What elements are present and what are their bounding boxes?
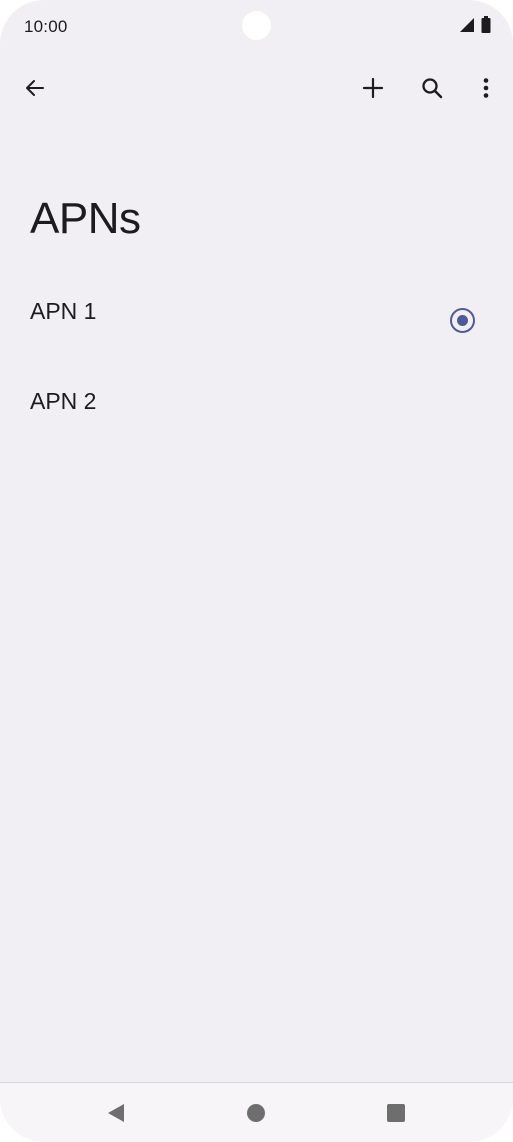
search-button[interactable] — [410, 66, 454, 110]
status-bar: 10:00 — [0, 0, 513, 54]
radio-selected-dot — [456, 314, 468, 326]
back-arrow-icon — [26, 80, 44, 96]
status-icons — [459, 16, 491, 38]
camera-cutout — [242, 11, 271, 40]
more-options-button[interactable] — [464, 66, 508, 110]
page-title: APNs — [30, 194, 141, 243]
back-button[interactable] — [13, 66, 57, 110]
recents-square-icon — [387, 1104, 405, 1122]
add-icon — [362, 77, 384, 99]
signal-icon — [459, 17, 475, 38]
nav-home-button[interactable] — [234, 1091, 278, 1135]
battery-icon — [481, 16, 491, 38]
add-apn-button[interactable] — [351, 66, 395, 110]
apn-list-item-1[interactable]: APN 1 — [0, 266, 513, 356]
navigation-bar — [0, 1082, 513, 1142]
more-vert-icon — [483, 78, 489, 98]
home-circle-icon — [247, 1104, 265, 1122]
app-bar — [0, 60, 513, 116]
apn-label: APN 1 — [30, 298, 97, 324]
apn-list-item-2[interactable]: APN 2 — [0, 356, 513, 446]
nav-recents-button[interactable] — [374, 1091, 418, 1135]
apn-radio-selected[interactable] — [450, 308, 475, 333]
phone-screen: 10:00 APNs APN 1 APN 2 — [0, 0, 513, 1142]
apn-label: APN 2 — [30, 388, 97, 414]
status-time: 10:00 — [24, 17, 68, 36]
search-icon — [422, 78, 443, 99]
back-triangle-icon — [108, 1104, 124, 1122]
nav-back-button[interactable] — [94, 1091, 138, 1135]
apn-list: APN 1 APN 2 — [0, 266, 513, 446]
